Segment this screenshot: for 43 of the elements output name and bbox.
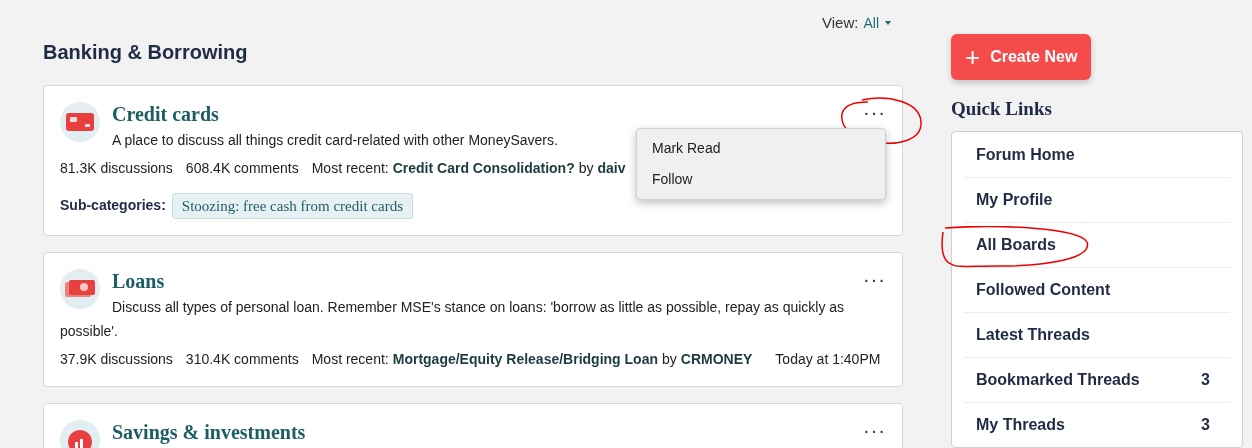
quick-link[interactable]: My Profile	[964, 177, 1230, 222]
quick-link[interactable]: Forum Home	[964, 132, 1230, 177]
recent-time: Today at 1:40PM	[775, 350, 881, 369]
by-label: by	[578, 158, 594, 178]
count: 3	[1201, 370, 1210, 390]
user-link[interactable]: CRMONEY	[680, 349, 753, 370]
caret-icon	[885, 21, 891, 26]
recent-label: Most recent:	[311, 350, 389, 369]
section-title: Banking & Borrowing	[43, 39, 249, 65]
category-title[interactable]: Credit cards	[112, 102, 219, 125]
more-button[interactable]: ···	[859, 422, 890, 438]
menu-item[interactable]: Mark Read	[637, 132, 885, 164]
more-button[interactable]: ···	[859, 103, 890, 120]
category-title[interactable]: Savings & investments	[112, 421, 306, 443]
subcategories-label: Sub-categories:	[60, 196, 166, 216]
quick-link[interactable]: All Boards	[964, 222, 1230, 267]
category-description: A place to discuss all things credit card-related with other MoneySavers.	[112, 131, 558, 148]
quick-link[interactable]: Latest Threads	[964, 312, 1230, 357]
quick-links-title: Quick Links	[951, 96, 1053, 121]
thread-link[interactable]: Mortgage/Equity Release/Bridging Loan	[392, 349, 658, 370]
create-new-button[interactable]: + Create New	[951, 34, 1092, 80]
loan-icon	[60, 269, 100, 309]
comment-count: 310.4K comments	[185, 350, 299, 369]
card-icon	[60, 101, 100, 142]
discussion-count: 81.3K discussions	[60, 158, 173, 178]
recent-label: Most recent:	[311, 158, 389, 178]
by-label: by	[662, 350, 677, 369]
plus-icon: +	[965, 43, 981, 70]
quick-link[interactable]: Followed Content	[964, 267, 1230, 312]
category-description: Discuss all types of personal loan. Remember MSE's stance on loans: 'borrow as little as possible, repay as quickly as possible'.	[60, 299, 845, 339]
category-title[interactable]: Loans	[112, 270, 165, 292]
more-button[interactable]: ···	[859, 271, 890, 287]
menu-item[interactable]: Follow	[637, 163, 885, 195]
view-label: View:	[822, 13, 859, 33]
subcategory-tag[interactable]: Stoozing: free cash from credit cards	[171, 192, 413, 219]
quick-link[interactable]: Bookmarked Threads 3	[964, 357, 1230, 402]
view-dropdown[interactable]: All	[863, 12, 891, 34]
thread-link[interactable]: Credit Card Consolidation?	[392, 157, 575, 179]
user-link[interactable]: daiv	[597, 157, 626, 179]
count: 3	[1201, 415, 1210, 435]
quick-link[interactable]: My Threads 3	[964, 402, 1230, 447]
comment-count: 608.4K comments	[185, 158, 299, 178]
discussion-count: 37.9K discussions	[60, 350, 173, 369]
